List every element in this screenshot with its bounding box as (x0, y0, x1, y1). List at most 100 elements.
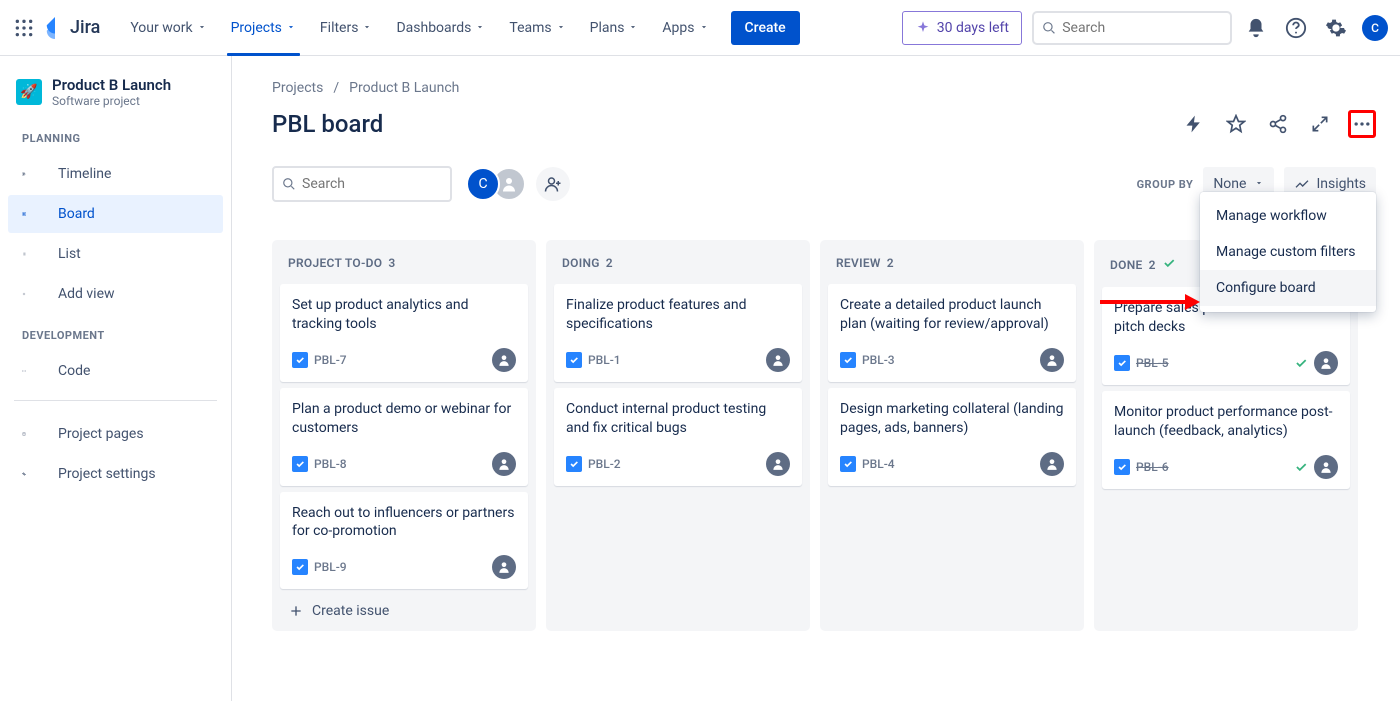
assignee-avatar[interactable] (1314, 351, 1338, 375)
share-icon[interactable] (1264, 110, 1292, 138)
create-issue-button[interactable]: Create issue (278, 595, 530, 619)
issue-key: PBL-5 (1136, 356, 1169, 370)
assignee-avatar[interactable] (1040, 348, 1064, 372)
column-header: REVIEW2 (826, 250, 1078, 284)
assignee-avatar[interactable] (492, 348, 516, 372)
issue-card[interactable]: Finalize product features and specificat… (554, 284, 802, 382)
task-icon (566, 352, 582, 368)
settings-icon (22, 464, 42, 484)
assignee-avatar[interactable] (492, 452, 516, 476)
issue-card[interactable]: Conduct internal product testing and fix… (554, 388, 802, 486)
issue-key: PBL-1 (588, 353, 621, 367)
notifications-icon[interactable] (1242, 14, 1270, 42)
planning-section-label: PLANNING (8, 132, 223, 155)
sidebar-item-add-view[interactable]: Add view (8, 275, 223, 313)
task-icon (292, 352, 308, 368)
board-search-input[interactable] (302, 176, 442, 192)
board-search[interactable] (272, 166, 452, 202)
assignee-avatar[interactable] (766, 348, 790, 372)
page-title: PBL board (272, 110, 383, 138)
jira-logo[interactable]: Jira (44, 17, 100, 39)
task-icon (1114, 355, 1130, 371)
sidebar-item-code[interactable]: Code (8, 352, 223, 390)
profile-avatar[interactable]: C (1362, 15, 1388, 41)
page-icon (22, 424, 42, 444)
done-check-icon (1294, 460, 1308, 474)
automation-icon[interactable] (1180, 110, 1208, 138)
nav-item-plans[interactable]: Plans (580, 0, 649, 56)
project-type: Software project (52, 94, 171, 108)
task-icon (840, 352, 856, 368)
issue-card[interactable]: Design marketing collateral (landing pag… (828, 388, 1076, 486)
assignee-avatar[interactable] (492, 555, 516, 579)
card-title: Finalize product features and specificat… (566, 296, 790, 334)
issue-card[interactable]: Monitor product performance post-launch … (1102, 391, 1350, 489)
sidebar-item-timeline[interactable]: Timeline (8, 155, 223, 193)
column-header: DOING2 (552, 250, 804, 284)
help-icon[interactable] (1282, 14, 1310, 42)
breadcrumb: Projects / Product B Launch (272, 80, 1376, 96)
task-icon (292, 456, 308, 472)
assignee-avatar[interactable] (1040, 452, 1064, 476)
issue-card[interactable]: Plan a product demo or webinar for custo… (280, 388, 528, 486)
issue-card[interactable]: Reach out to influencers or partners for… (280, 492, 528, 590)
trial-text: 30 days left (937, 20, 1009, 36)
issue-card[interactable]: Create a detailed product launch plan (w… (828, 284, 1076, 382)
code-icon (22, 361, 42, 381)
nav-item-projects[interactable]: Projects (221, 0, 306, 56)
trial-button[interactable]: 30 days left (902, 11, 1022, 45)
issue-key: PBL-3 (862, 353, 895, 367)
more-actions-button[interactable] (1348, 110, 1376, 138)
card-title: Reach out to influencers or partners for… (292, 504, 516, 542)
sidebar-item-list[interactable]: List (8, 235, 223, 273)
sidebar-item-board[interactable]: Board (8, 195, 223, 233)
column-review: REVIEW2Create a detailed product launch … (820, 240, 1084, 631)
search-icon (282, 176, 296, 192)
dropdown-item-manage-custom-filters[interactable]: Manage custom filters (1200, 234, 1376, 270)
nav-item-filters[interactable]: Filters (310, 0, 383, 56)
nav-item-apps[interactable]: Apps (652, 0, 718, 56)
nav-item-dashboards[interactable]: Dashboards (386, 0, 495, 56)
nav-item-teams[interactable]: Teams (499, 0, 575, 56)
breadcrumb-project[interactable]: Product B Launch (349, 80, 459, 96)
star-icon[interactable] (1222, 110, 1250, 138)
card-title: Design marketing collateral (landing pag… (840, 400, 1064, 438)
issue-card[interactable]: Set up product analytics and tracking to… (280, 284, 528, 382)
more-actions-dropdown: Manage workflowManage custom filtersConf… (1200, 192, 1376, 312)
fullscreen-icon[interactable] (1306, 110, 1334, 138)
project-header[interactable]: 🚀 Product B Launch Software project (8, 76, 223, 132)
card-title: Conduct internal product testing and fix… (566, 400, 790, 438)
global-search-input[interactable] (1062, 20, 1222, 36)
issue-key: PBL-7 (314, 353, 347, 367)
issue-key: PBL-9 (314, 560, 347, 574)
sidebar-item-project-pages[interactable]: Project pages (8, 415, 223, 453)
global-search[interactable] (1032, 11, 1232, 45)
task-icon (566, 456, 582, 472)
sidebar-item-project-settings[interactable]: Project settings (8, 455, 223, 493)
plus-icon (22, 284, 42, 304)
nav-item-your-work[interactable]: Your work (120, 0, 216, 56)
top-nav: Jira Your workProjectsFiltersDashboardsT… (0, 0, 1400, 56)
settings-icon[interactable] (1322, 14, 1350, 42)
card-title: Plan a product demo or webinar for custo… (292, 400, 516, 438)
issue-key: PBL-6 (1136, 460, 1169, 474)
add-people-button[interactable] (536, 167, 570, 201)
jira-logo-text: Jira (70, 17, 100, 38)
create-button[interactable]: Create (731, 11, 800, 45)
search-icon (1042, 20, 1056, 36)
assignee-avatar[interactable] (1314, 455, 1338, 479)
app-switcher-icon[interactable] (12, 16, 36, 40)
project-icon: 🚀 (16, 79, 42, 105)
task-icon (840, 456, 856, 472)
breadcrumb-root[interactable]: Projects (272, 80, 323, 96)
task-icon (292, 559, 308, 575)
dropdown-item-configure-board[interactable]: Configure board (1200, 270, 1376, 306)
list-icon (22, 244, 42, 264)
dropdown-item-manage-workflow[interactable]: Manage workflow (1200, 198, 1376, 234)
issue-key: PBL-8 (314, 457, 347, 471)
assignee-avatar[interactable] (766, 452, 790, 476)
card-title: Monitor product performance post-launch … (1114, 403, 1338, 441)
avatar-primary[interactable]: C (466, 167, 500, 201)
development-section-label: DEVELOPMENT (8, 329, 223, 352)
board-icon (22, 204, 42, 224)
